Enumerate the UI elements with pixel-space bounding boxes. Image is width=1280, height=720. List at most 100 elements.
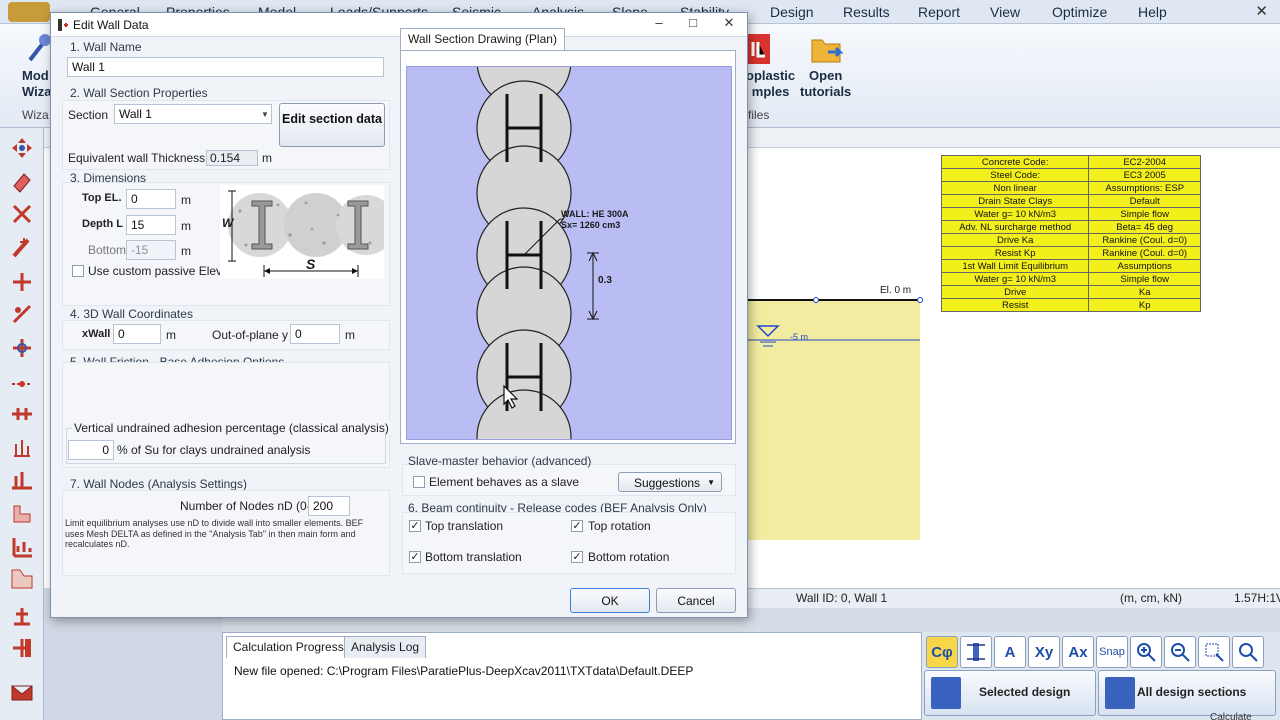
section-select[interactable]: Wall 1 (114, 104, 272, 124)
zoom-extents-button[interactable] (1232, 636, 1264, 668)
mail-icon[interactable] (10, 680, 34, 704)
property-value-cell: Simple flow (1088, 207, 1201, 221)
top-el-input[interactable]: 0 (126, 189, 176, 209)
adhesion-input[interactable]: 0 (68, 440, 114, 460)
property-name-cell: Non linear (940, 181, 1090, 195)
ribbon-wizard-label-1: Mod (22, 68, 49, 83)
maximize-icon[interactable]: □ (683, 15, 703, 30)
depth-label: Depth L (82, 218, 123, 230)
table-row: Drain State Clays Default (940, 194, 1201, 208)
snap-button[interactable]: Snap (1096, 636, 1128, 668)
ribbon-elastoplastic-button[interactable]: oplastic mples (746, 68, 795, 100)
close-icon[interactable]: ✕ (719, 15, 739, 31)
add-anchor-icon[interactable] (10, 302, 34, 326)
property-name-cell: Adv. NL surcharge method (940, 220, 1090, 234)
section-select-arrow-icon[interactable]: ▼ (261, 110, 269, 119)
adhesion-text: % of Su for clays undrained analysis (117, 443, 311, 457)
top-translation-checkbox[interactable]: ✓ (409, 520, 421, 532)
menu-design[interactable]: Design (770, 4, 814, 20)
coordinates-button[interactable]: Xy (1028, 636, 1060, 668)
custom-passive-checkbox[interactable] (72, 265, 84, 277)
zoom-out-button[interactable] (1164, 636, 1196, 668)
add-berm-icon[interactable] (10, 566, 34, 590)
menu-view[interactable]: View (990, 4, 1020, 20)
add-surcharge-icon[interactable] (10, 468, 34, 492)
add-wall-icon[interactable] (10, 236, 34, 260)
zoom-window-icon (1205, 643, 1224, 662)
menu-help[interactable]: Help (1138, 4, 1167, 20)
property-value-cell: Rankine (Coul. d=0) (1088, 246, 1201, 260)
xwall-input[interactable]: 0 (113, 324, 161, 344)
status-wall-id: Wall ID: 0, Wall 1 (796, 591, 888, 605)
add-node-icon[interactable] (10, 372, 34, 396)
tab-wall-section-drawing[interactable]: Wall Section Drawing (Plan) (400, 28, 565, 50)
suggestions-button[interactable]: Suggestions ▼ (618, 472, 722, 492)
ribbon-elastoplastic-label-2: mples (751, 84, 790, 99)
property-value-cell: EC2-2004 (1088, 155, 1201, 169)
property-value-cell: Kp (1088, 298, 1201, 312)
bottom-rotation-checkbox[interactable]: ✓ (571, 551, 583, 563)
zoom-in-button[interactable] (1130, 636, 1162, 668)
ribbon-wizard-button[interactable]: Mod Wiza (22, 68, 52, 100)
depth-input[interactable]: 15 (126, 215, 176, 235)
ribbon-open-tutorials-button[interactable]: Open tutorials (800, 68, 851, 100)
figure-w-label: W (222, 216, 234, 230)
minimize-icon[interactable]: – (649, 15, 669, 30)
top-rotation-checkbox[interactable]: ✓ (571, 520, 583, 532)
add-3d-icon[interactable] (10, 602, 34, 626)
menu-optimize[interactable]: Optimize (1052, 4, 1107, 20)
move-icon[interactable] (10, 136, 34, 160)
calculate-label: Calculate (1210, 712, 1252, 720)
app-logo[interactable] (8, 2, 50, 22)
figure-s-label: S (306, 256, 316, 272)
property-name-cell: Water g= 10 kN/m3 (940, 207, 1090, 221)
text-labels-button[interactable]: A (994, 636, 1026, 668)
delete-node-icon[interactable] (10, 202, 34, 226)
slave-checkbox[interactable] (413, 476, 425, 488)
table-row: Non linear Assumptions: ESP (940, 181, 1201, 195)
ribbon-group-wizard: Wiza (22, 108, 49, 122)
wall-view-button[interactable] (960, 636, 992, 668)
property-name-cell: Water g= 10 kN/m3 (940, 272, 1090, 286)
add-support-icon[interactable] (10, 270, 34, 294)
section-3d-wall-coordinates: 4. 3D Wall Coordinates (70, 307, 193, 321)
zoom-window-button[interactable] (1198, 636, 1230, 668)
pdf-icon (748, 34, 770, 64)
dialog-title: Edit Wall Data (73, 18, 149, 32)
selected-design-button[interactable]: Selected design (924, 670, 1096, 716)
equivalent-thickness-label: Equivalent wall Thickness: (68, 151, 209, 165)
app-close-icon[interactable]: ✕ (1255, 2, 1268, 20)
eraser-icon[interactable] (10, 170, 34, 194)
nodes-input[interactable]: 200 (308, 496, 350, 516)
wall-plan-drawing (406, 66, 732, 440)
bottom-translation-checkbox[interactable]: ✓ (409, 551, 421, 563)
equivalent-thickness-value: 0.154 (206, 150, 258, 166)
table-row: Water g= 10 kN/m3 Simple flow (940, 207, 1201, 221)
add-load-icon[interactable] (10, 434, 34, 458)
soil-parameters-button[interactable]: Cφ (926, 636, 958, 668)
wall-ruler-icon (967, 643, 985, 661)
menu-report[interactable]: Report (918, 4, 960, 20)
property-name-cell: Concrete Code: (940, 155, 1090, 169)
all-design-sections-button[interactable]: All design sections (1098, 670, 1276, 716)
menu-results[interactable]: Results (843, 4, 890, 20)
out-of-plane-input[interactable]: 0 (290, 324, 340, 344)
ribbon-elastoplastic-label-1: oplastic (746, 68, 796, 83)
add-building-icon[interactable] (10, 534, 34, 558)
add-footing-icon[interactable] (10, 500, 34, 524)
property-name-cell: Steel Code: (940, 168, 1090, 182)
ok-button[interactable]: OK (570, 588, 650, 613)
add-spring-icon[interactable] (10, 402, 34, 426)
add-element-icon[interactable] (10, 636, 34, 660)
property-name-cell: Drain State Clays (940, 194, 1090, 208)
cancel-button[interactable]: Cancel (656, 588, 736, 613)
slave-checkbox-label: Element behaves as a slave (429, 475, 580, 489)
add-strut-icon[interactable] (10, 336, 34, 360)
tab-calculation-progress[interactable]: Calculation Progress (226, 636, 351, 658)
wall-name-input[interactable]: Wall 1 (67, 57, 384, 77)
edit-section-data-button[interactable]: Edit section data (279, 103, 385, 147)
tab-analysis-log[interactable]: Analysis Log (344, 636, 427, 658)
top-translation-label: Top translation (425, 519, 504, 533)
section-wall-nodes: 7. Wall Nodes (Analysis Settings) (70, 477, 247, 491)
axes-button[interactable]: Ax (1062, 636, 1094, 668)
